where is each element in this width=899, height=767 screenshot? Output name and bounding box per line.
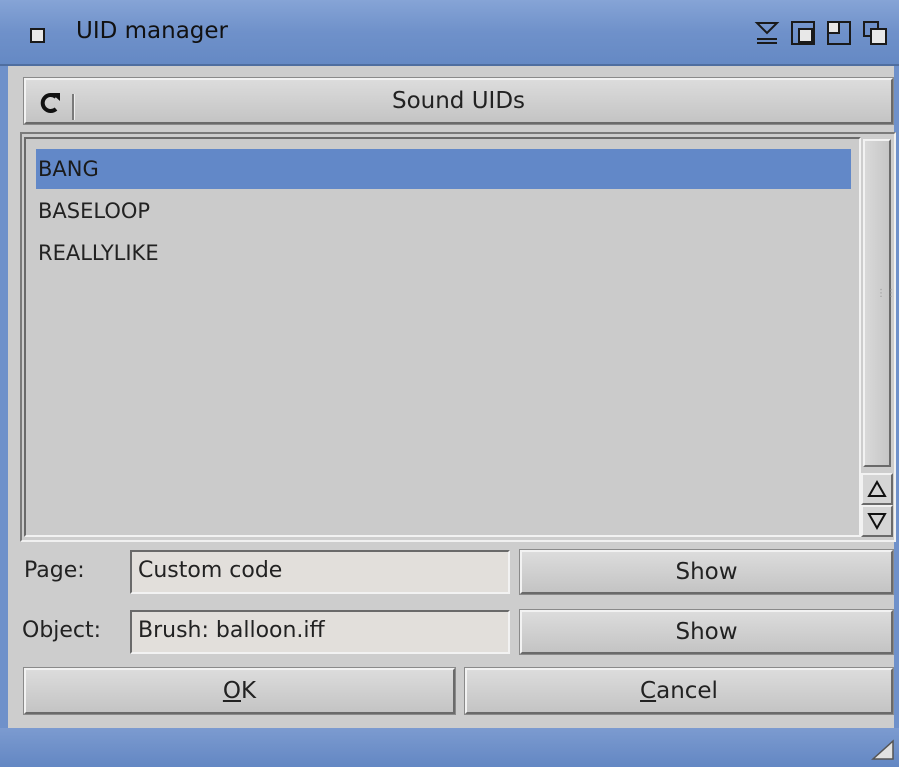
window-title: UID manager xyxy=(76,18,229,44)
resize-icon[interactable] xyxy=(871,739,895,761)
cancel-mnemonic: C xyxy=(640,678,657,704)
bottom-border xyxy=(0,728,899,767)
page-show-label: Show xyxy=(675,559,738,585)
object-label: Object: xyxy=(22,618,102,643)
grip-icon: ⋮⋮ xyxy=(876,288,896,299)
scroll-knob[interactable]: ⋮⋮ xyxy=(863,139,896,467)
arrow-up-icon xyxy=(867,480,887,497)
cycle-icon xyxy=(40,93,60,113)
list-scrollbar[interactable]: ⋮⋮ xyxy=(861,137,896,537)
close-icon[interactable] xyxy=(30,28,45,43)
cycle-separator xyxy=(72,94,75,120)
cycle-label: Sound UIDs xyxy=(391,88,526,114)
list-item[interactable]: REALLYLIKE xyxy=(36,233,851,273)
depth-icon[interactable] xyxy=(862,20,888,46)
ok-button[interactable]: OK xyxy=(23,667,456,715)
list-item[interactable]: BANG xyxy=(36,149,851,189)
list-item[interactable]: BASELOOP xyxy=(36,191,851,231)
zoom-icon[interactable] xyxy=(790,20,816,46)
ok-label-rest: K xyxy=(241,678,257,704)
uid-manager-window: UID manager Sound UIDs BANG BASELOOP REA… xyxy=(0,0,899,767)
iconify-icon[interactable] xyxy=(754,20,780,46)
uid-type-cycle[interactable]: Sound UIDs xyxy=(23,77,894,125)
object-show-label: Show xyxy=(675,619,738,645)
uid-list[interactable]: BANG BASELOOP REALLYLIKE xyxy=(24,137,861,537)
cancel-label: Cancel xyxy=(640,678,718,704)
object-field: Brush: balloon.iff xyxy=(130,610,510,654)
ok-label: OK xyxy=(223,678,256,704)
ok-mnemonic: O xyxy=(222,678,241,704)
page-show-button[interactable]: Show xyxy=(519,549,894,595)
cancel-label-rest: ancel xyxy=(656,678,718,704)
title-bar[interactable]: UID manager xyxy=(0,0,899,66)
page-label: Page: xyxy=(24,558,85,583)
snapshot-icon[interactable] xyxy=(826,20,852,46)
object-show-button[interactable]: Show xyxy=(519,609,894,655)
window-border-left xyxy=(0,66,8,728)
cancel-button[interactable]: Cancel xyxy=(464,667,894,715)
scroll-down-button[interactable] xyxy=(861,505,893,537)
page-field: Custom code xyxy=(130,550,510,594)
scroll-up-button[interactable] xyxy=(861,473,893,505)
arrow-down-icon xyxy=(867,513,887,530)
